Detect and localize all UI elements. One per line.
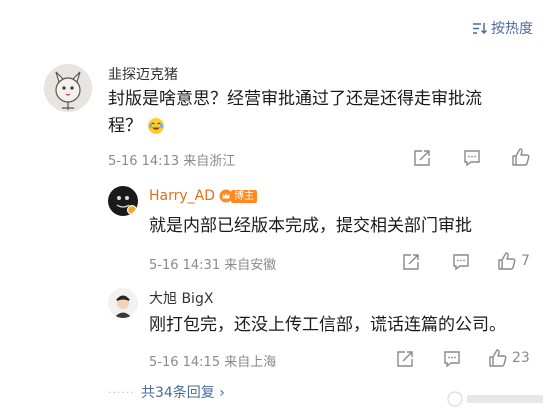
reply-text: 就是内部已经版本完成，提交相关部门审批 <box>149 216 472 236</box>
badge-label: 博主 <box>231 189 258 203</box>
reply-meta: 5-16 14:31 来自安徽 <box>149 254 276 273</box>
share-icon <box>414 150 430 166</box>
share-button[interactable] <box>402 253 420 271</box>
reply-button[interactable] <box>452 253 470 271</box>
reply-location: 来自安徽 <box>224 258 277 273</box>
sort-icon <box>473 22 487 34</box>
avatar[interactable] <box>108 186 138 216</box>
share-icon <box>403 254 419 270</box>
blogger-badge: 博主 <box>219 189 258 203</box>
reply-text: 刚打包完，还没上传工信部，谎话连篇的公司。 <box>149 315 506 335</box>
like-button[interactable]: 23 <box>488 348 530 368</box>
divider-dots: ······ <box>108 385 135 399</box>
comment-text: 封版是啥意思？经营审批通过了还是还得走审批流 程？ <box>108 86 538 140</box>
thumbs-up-icon <box>512 148 530 166</box>
reply-location: 来自上海 <box>224 355 277 370</box>
like-button[interactable]: 7 <box>497 251 530 271</box>
reply-button[interactable] <box>443 350 461 368</box>
reply-username-text[interactable]: Harry_AD <box>149 188 215 204</box>
comment-username[interactable]: 韭探迈克猪 <box>108 64 178 84</box>
comment-meta: 5-16 14:13 来自浙江 <box>108 150 235 169</box>
thumbs-up-icon <box>489 349 507 367</box>
comment-text-line2-text: 程？ <box>108 116 142 136</box>
sort-by-hot-button[interactable]: 按热度 <box>472 18 533 38</box>
like-button[interactable] <box>511 147 531 167</box>
reply-time: 5-16 14:15 <box>149 355 221 370</box>
avatar[interactable] <box>108 288 138 318</box>
comment-icon <box>453 254 469 271</box>
like-count: 23 <box>512 350 530 366</box>
comment-location: 来自浙江 <box>183 154 236 169</box>
reply-username: Harry_AD 博主 <box>149 188 258 204</box>
reply-meta: 5-16 14:15 来自上海 <box>149 351 276 370</box>
comment-icon <box>444 351 460 368</box>
share-icon <box>397 351 413 367</box>
laughing-emoji-icon <box>148 118 165 134</box>
reply-username[interactable]: 大旭 BigX <box>149 288 213 308</box>
like-count: 7 <box>521 253 530 269</box>
sort-label: 按热度 <box>491 21 533 37</box>
comment-text-line2: 程？ <box>108 113 538 140</box>
watermark-logo <box>447 391 543 407</box>
comment-time: 5-16 14:13 <box>108 154 180 169</box>
more-replies: ······ 共34条回复 › <box>108 382 225 402</box>
more-replies-link[interactable]: 共34条回复 › <box>141 382 225 402</box>
thumbs-up-icon <box>498 252 516 270</box>
share-button[interactable] <box>413 149 431 167</box>
reply-time: 5-16 14:31 <box>149 258 221 273</box>
comment-text-line1: 封版是啥意思？经营审批通过了还是还得走审批流 <box>108 89 482 109</box>
comment-icon <box>464 150 480 167</box>
reply-button[interactable] <box>463 149 481 167</box>
avatar[interactable] <box>44 64 92 112</box>
share-button[interactable] <box>396 350 414 368</box>
